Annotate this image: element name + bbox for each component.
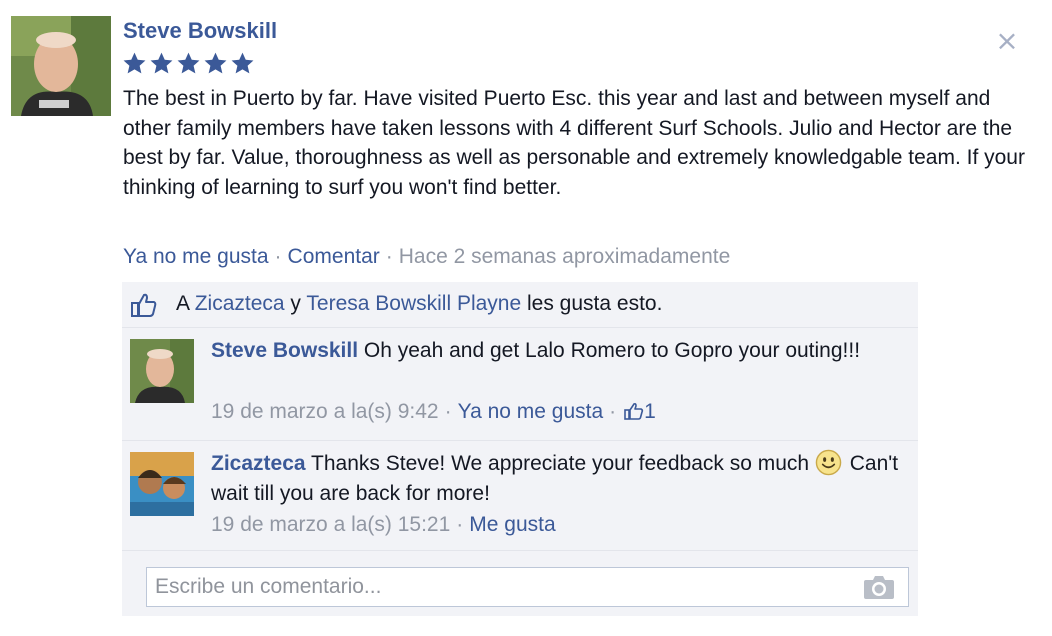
thumbs-up-icon bbox=[131, 293, 157, 317]
review-author[interactable]: Steve Bowskill bbox=[123, 16, 277, 46]
comment-meta: 19 de marzo a la(s) 15:21 · Me gusta bbox=[211, 510, 556, 540]
star-icon bbox=[150, 52, 173, 74]
comment-like-link[interactable]: Me gusta bbox=[469, 513, 555, 536]
star-icon bbox=[177, 52, 200, 74]
liker-link[interactable]: Teresa Bowskill Playne bbox=[306, 292, 521, 315]
commenter-avatar[interactable] bbox=[130, 452, 194, 516]
comment-item: Steve Bowskill Oh yeah and get Lalo Rome… bbox=[122, 329, 918, 441]
comment-meta: 19 de marzo a la(s) 9:42 · Ya no me gusta ·… bbox=[211, 397, 656, 427]
separator: · bbox=[385, 245, 393, 268]
unlike-link[interactable]: Ya no me gusta bbox=[123, 245, 269, 268]
commenter-avatar[interactable] bbox=[130, 339, 194, 403]
reviewer-avatar[interactable] bbox=[11, 16, 111, 116]
comment-composer bbox=[146, 567, 909, 607]
comment-body: Zicazteca Thanks Steve! We appreciate yo… bbox=[211, 449, 901, 508]
likes-conj: y bbox=[290, 292, 301, 315]
camera-icon[interactable] bbox=[863, 574, 895, 600]
close-icon[interactable]: × bbox=[994, 26, 1020, 56]
comment-input[interactable] bbox=[147, 568, 847, 606]
likes-row: A Zicazteca y Teresa Bowskill Playne les… bbox=[122, 282, 918, 328]
review-actions: Ya no me gusta · Comentar · Hace 2 semanas a… bbox=[123, 242, 730, 272]
comment-author[interactable]: Zicazteca bbox=[211, 452, 306, 475]
comment-timestamp[interactable]: 19 de marzo a la(s) 15:21 bbox=[211, 513, 450, 536]
comment-unlike-link[interactable]: Ya no me gusta bbox=[458, 400, 604, 423]
comment-link[interactable]: Comentar bbox=[288, 245, 380, 268]
likes-summary: A Zicazteca y Teresa Bowskill Playne les… bbox=[176, 289, 662, 319]
liker-link[interactable]: Zicazteca bbox=[195, 292, 285, 315]
star-icon bbox=[204, 52, 227, 74]
star-icon bbox=[231, 52, 254, 74]
likes-prefix: A bbox=[176, 292, 189, 315]
comments-panel: A Zicazteca y Teresa Bowskill Playne les… bbox=[122, 282, 918, 616]
comment-like-count[interactable]: 1 bbox=[644, 400, 656, 423]
comment-body: Steve Bowskill Oh yeah and get Lalo Rome… bbox=[211, 336, 901, 366]
comment-item: Zicazteca Thanks Steve! We appreciate yo… bbox=[122, 442, 918, 551]
review-text: The best in Puerto by far. Have visited … bbox=[123, 87, 1025, 199]
comment-author[interactable]: Steve Bowskill bbox=[211, 339, 358, 362]
likes-suffix: les gusta esto. bbox=[527, 292, 663, 315]
separator: · bbox=[609, 400, 617, 423]
star-rating bbox=[122, 51, 255, 77]
thumbs-up-icon[interactable] bbox=[624, 402, 644, 420]
separator: · bbox=[456, 513, 464, 536]
smiley-emoticon-icon bbox=[815, 449, 842, 476]
comment-text: Thanks Steve! We appreciate your feedbac… bbox=[311, 452, 810, 475]
star-icon bbox=[123, 52, 146, 74]
separator: · bbox=[444, 400, 452, 423]
separator: · bbox=[274, 245, 282, 268]
comment-timestamp[interactable]: 19 de marzo a la(s) 9:42 bbox=[211, 400, 439, 423]
review-timestamp[interactable]: Hace 2 semanas aproximadamente bbox=[399, 245, 731, 268]
comment-text: Oh yeah and get Lalo Romero to Gopro you… bbox=[363, 339, 861, 362]
